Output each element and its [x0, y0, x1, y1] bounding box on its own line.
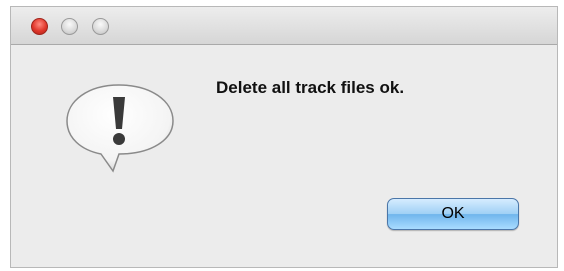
- dialog-content: Delete all track files ok. OK: [11, 45, 557, 267]
- zoom-window-icon[interactable]: [92, 18, 109, 35]
- alert-caution-icon: [66, 84, 174, 173]
- alert-message: Delete all track files ok.: [216, 78, 405, 97]
- ok-button[interactable]: OK: [387, 198, 519, 230]
- title-bar: [11, 7, 557, 45]
- close-window-icon[interactable]: [31, 18, 48, 35]
- minimize-window-icon[interactable]: [61, 18, 78, 35]
- alert-dialog-window: Delete all track files ok. OK: [10, 6, 558, 268]
